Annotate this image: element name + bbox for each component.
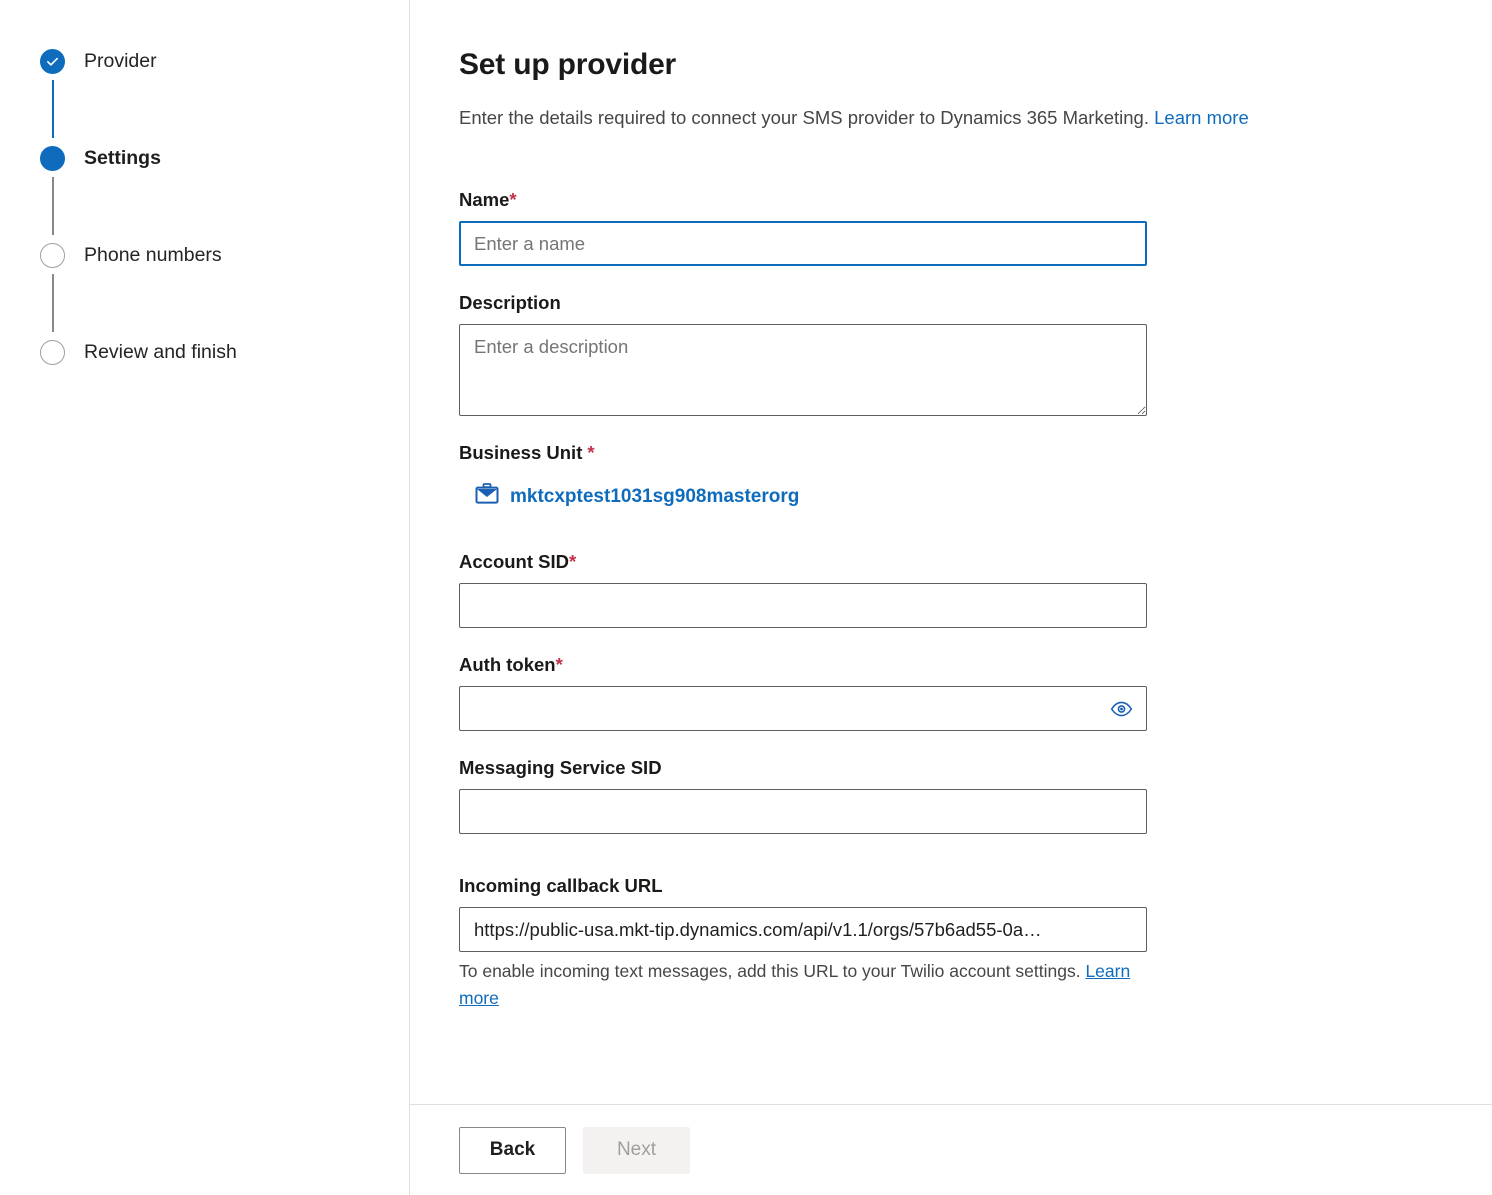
back-button[interactable]: Back [459, 1126, 566, 1174]
field-messaging-service-sid: Messaging Service SID [459, 756, 1492, 834]
wizard-content-scroll: Set up provider Enter the details requir… [410, 0, 1492, 1104]
next-button[interactable]: Next [583, 1126, 690, 1174]
stepper-item-phone-numbers[interactable]: Phone numbers [0, 242, 409, 339]
field-business-unit-label-text: Business Unit [459, 442, 583, 463]
wizard-stepper: Provider Settings Phone numbers Review a… [0, 48, 409, 365]
step-connector [52, 177, 54, 235]
step-connector [52, 80, 54, 138]
field-incoming-callback-url-label: Incoming callback URL [459, 875, 663, 896]
filled-circle-icon [40, 146, 65, 171]
stepper-item-label: Settings [84, 147, 161, 169]
field-name-label: Name* [459, 188, 1492, 212]
required-asterisk: * [509, 189, 517, 210]
auth-token-input[interactable] [459, 686, 1147, 731]
field-auth-token: Auth token* [459, 653, 1492, 731]
stepper-item-label: Review and finish [84, 341, 237, 363]
name-input[interactable] [459, 221, 1147, 266]
empty-circle-icon [40, 340, 65, 365]
stepper-item-review-and-finish[interactable]: Review and finish [0, 339, 409, 365]
incoming-callback-url-input[interactable] [459, 907, 1147, 952]
check-icon [40, 49, 65, 74]
required-asterisk: * [568, 551, 577, 572]
header-learn-more-link[interactable]: Learn more [1154, 107, 1249, 128]
briefcase-icon [475, 483, 499, 510]
description-textarea[interactable] [459, 324, 1147, 416]
field-account-sid: Account SID* [459, 550, 1492, 628]
account-sid-input[interactable] [459, 583, 1147, 628]
step-connector [52, 274, 54, 332]
field-description-label: Description [459, 292, 561, 313]
business-unit-lookup-value[interactable]: mktcxptest1031sg908masterorg [475, 483, 799, 510]
setup-provider-wizard: Provider Settings Phone numbers Review a… [0, 0, 1492, 1195]
messaging-service-sid-input[interactable] [459, 789, 1147, 834]
field-business-unit: Business Unit * mktcxptest1031sg908master… [459, 441, 1492, 510]
field-incoming-callback-url: Incoming callback URL To enable incoming… [459, 874, 1492, 1012]
wizard-stepper-pane: Provider Settings Phone numbers Review a… [0, 0, 410, 1195]
field-name: Name* [459, 188, 1492, 266]
field-description: Description [459, 291, 1492, 416]
field-auth-token-label-text: Auth token [459, 654, 556, 675]
field-auth-token-label: Auth token* [459, 653, 1492, 677]
page-title: Set up provider [459, 48, 677, 81]
stepper-item-provider[interactable]: Provider [0, 48, 409, 145]
page-subtitle-text: Enter the details required to connect yo… [459, 107, 1149, 128]
wizard-footer: Back Next [410, 1104, 1492, 1195]
business-unit-value: mktcxptest1031sg908masterorg [510, 485, 800, 507]
field-business-unit-label: Business Unit * [459, 441, 1492, 465]
eye-icon [1110, 701, 1133, 719]
page-subtitle: Enter the details required to connect yo… [459, 106, 1492, 130]
incoming-callback-url-hint: To enable incoming text messages, add th… [459, 958, 1145, 1012]
stepper-item-label: Provider [84, 50, 157, 72]
stepper-item-label: Phone numbers [84, 244, 222, 266]
field-messaging-service-sid-label: Messaging Service SID [459, 757, 662, 778]
field-account-sid-label-text: Account SID [459, 551, 569, 572]
wizard-content-pane: Set up provider Enter the details requir… [410, 0, 1492, 1195]
auth-token-input-wrap [459, 686, 1147, 731]
required-asterisk: * [555, 654, 563, 675]
incoming-callback-url-hint-text: To enable incoming text messages, add th… [459, 961, 1081, 981]
field-account-sid-label: Account SID* [459, 550, 1492, 574]
reveal-password-button[interactable] [1106, 697, 1137, 720]
field-name-label-text: Name [459, 189, 510, 210]
required-asterisk: * [587, 442, 595, 463]
empty-circle-icon [40, 243, 65, 268]
stepper-item-settings[interactable]: Settings [0, 145, 409, 242]
